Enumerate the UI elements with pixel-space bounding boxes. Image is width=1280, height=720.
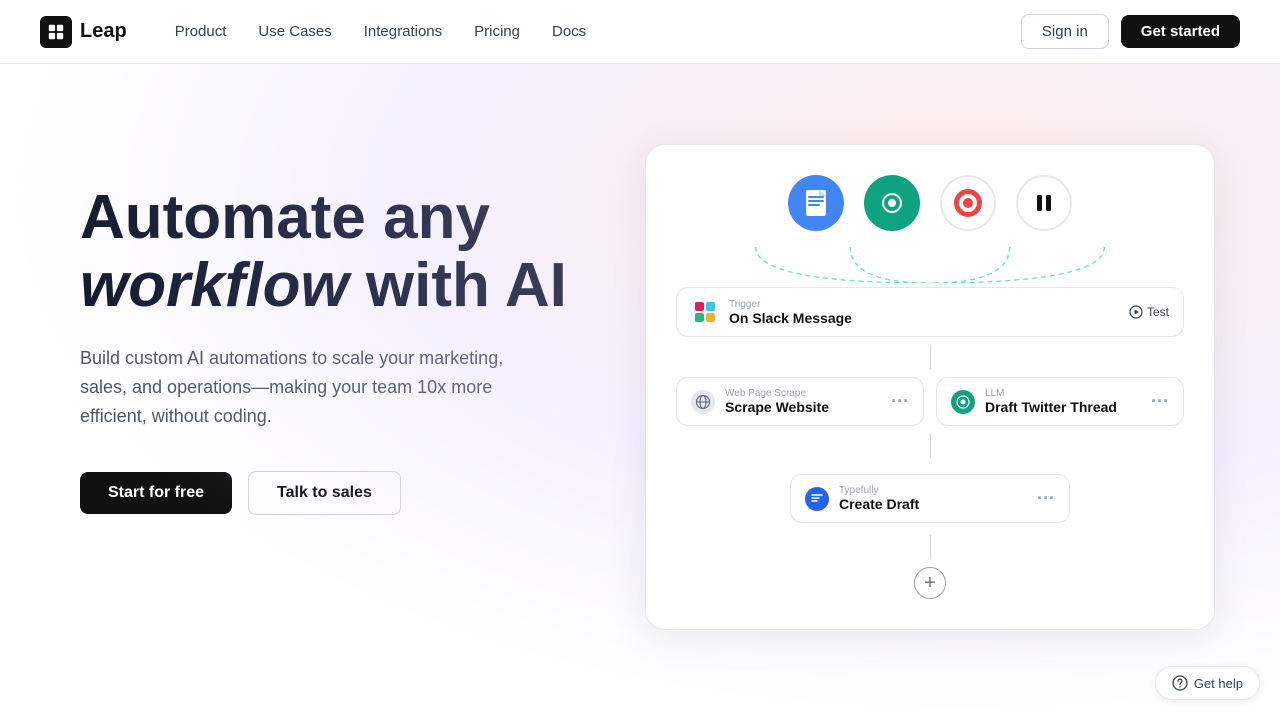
- trigger-label: Trigger: [729, 299, 852, 310]
- get-help-button[interactable]: Get help: [1155, 666, 1260, 700]
- llm-text: LLM Draft Twitter Thread: [985, 388, 1117, 415]
- slack-color-icon: [695, 302, 715, 322]
- scrape-text: Web Page Scrape Scrape Website: [725, 388, 829, 415]
- logo[interactable]: Leap: [40, 16, 127, 48]
- getstarted-button[interactable]: Get started: [1121, 15, 1240, 48]
- trigger-title: On Slack Message: [729, 310, 852, 326]
- connector-line-2: [930, 434, 931, 458]
- two-col-nodes: Web Page Scrape Scrape Website ··· LLM: [676, 377, 1184, 426]
- talk-sales-button[interactable]: Talk to sales: [248, 471, 401, 515]
- trigger-test[interactable]: Test: [1129, 305, 1169, 319]
- typefully-text: Typefully Create Draft: [839, 485, 919, 512]
- openai-icon: [864, 175, 920, 231]
- typefully-node-icon: [805, 487, 829, 511]
- connector-line-3: [930, 535, 931, 559]
- connector-line-1: [930, 345, 931, 369]
- llm-more-button[interactable]: ···: [1151, 391, 1169, 412]
- logo-icon: [40, 16, 72, 48]
- scrape-label: Web Page Scrape: [725, 388, 829, 399]
- navbar-left: Leap Product Use Cases Integrations Pric…: [40, 16, 598, 48]
- navbar: Leap Product Use Cases Integrations Pric…: [0, 0, 1280, 64]
- llm-label: LLM: [985, 388, 1117, 399]
- nav-integrations[interactable]: Integrations: [352, 17, 454, 46]
- typefully-label: Typefully: [839, 485, 919, 496]
- trigger-node: Trigger On Slack Message Test: [676, 287, 1184, 337]
- signin-button[interactable]: Sign in: [1021, 14, 1109, 49]
- hero-left: Automate any workflow with AI Build cust…: [80, 124, 620, 515]
- connector-lines: [676, 247, 1184, 283]
- typefully-node: Typefully Create Draft ···: [790, 474, 1070, 523]
- scrape-more-button[interactable]: ···: [891, 391, 909, 412]
- scrape-title: Scrape Website: [725, 399, 829, 415]
- get-help-label: Get help: [1194, 676, 1243, 691]
- globe-node-icon: [691, 390, 715, 414]
- llm-node: LLM Draft Twitter Thread ···: [936, 377, 1184, 426]
- trigger-text: Trigger On Slack Message: [729, 299, 852, 326]
- typefully-title: Create Draft: [839, 496, 919, 512]
- red-circle-icon: [940, 175, 996, 231]
- scrape-node: Web Page Scrape Scrape Website ···: [676, 377, 924, 426]
- navbar-right: Sign in Get started: [1021, 14, 1240, 49]
- nav-links: Product Use Cases Integrations Pricing D…: [163, 17, 599, 46]
- workflow-card: Trigger On Slack Message Test: [645, 144, 1215, 630]
- llm-title: Draft Twitter Thread: [985, 399, 1117, 415]
- openai-node-icon: [951, 390, 975, 414]
- top-icons-row: [676, 175, 1184, 231]
- hero-right: Trigger On Slack Message Test: [620, 124, 1240, 630]
- google-docs-icon: [788, 175, 844, 231]
- hero-headline: Automate any workflow with AI: [80, 184, 620, 320]
- nav-pricing[interactable]: Pricing: [462, 17, 532, 46]
- typefully-more-button[interactable]: ···: [1037, 488, 1055, 509]
- nav-use-cases[interactable]: Use Cases: [246, 17, 343, 46]
- start-free-button[interactable]: Start for free: [80, 472, 232, 514]
- add-node-button[interactable]: +: [914, 567, 946, 599]
- hero-section: Automate any workflow with AI Build cust…: [0, 64, 1280, 720]
- pause-icon: [1016, 175, 1072, 231]
- hero-subtext: Build custom AI automations to scale you…: [80, 344, 540, 430]
- slack-node-icon: [691, 298, 719, 326]
- hero-ctas: Start for free Talk to sales: [80, 471, 620, 515]
- logo-text: Leap: [80, 20, 127, 43]
- nav-product[interactable]: Product: [163, 17, 239, 46]
- nav-docs[interactable]: Docs: [540, 17, 598, 46]
- trigger-row: Trigger On Slack Message Test: [676, 287, 1184, 337]
